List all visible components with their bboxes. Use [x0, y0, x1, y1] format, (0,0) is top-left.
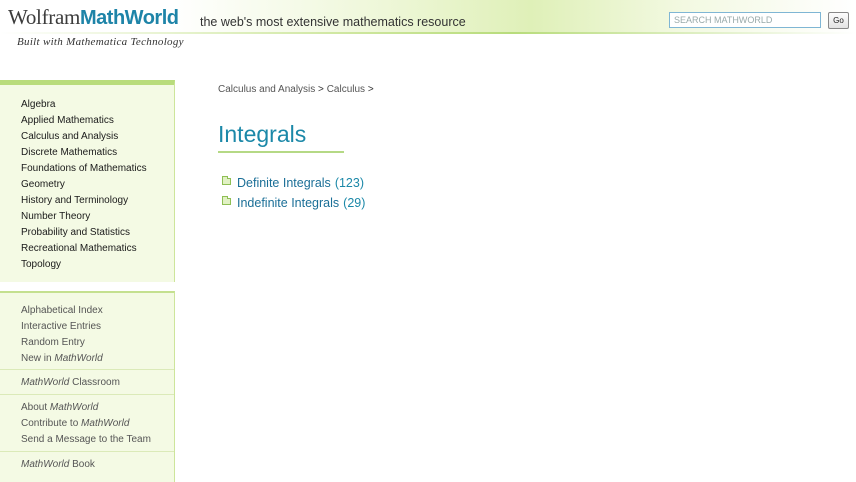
category-link-definite-integrals[interactable]: Definite Integrals — [237, 174, 331, 192]
breadcrumb: Calculus and Analysis > Calculus > — [218, 84, 374, 95]
logo-word-mathworld: MathWorld — [80, 7, 179, 29]
sidebar-link-random-entry[interactable]: Random Entry — [0, 335, 174, 351]
book-mathworld-em: MathWorld — [21, 459, 70, 470]
sidebar-link-new-in-mathworld[interactable]: New in MathWorld — [0, 351, 174, 367]
sidebar-item-topology[interactable]: Topology — [0, 257, 174, 273]
sidebar-item-history-and-terminology[interactable]: History and Terminology — [0, 193, 174, 209]
category-link-indefinite-integrals[interactable]: Indefinite Integrals — [237, 194, 339, 212]
sidebar-link-interactive-entries[interactable]: Interactive Entries — [0, 319, 174, 335]
breadcrumb-link-calculus[interactable]: Calculus — [327, 84, 365, 95]
sidebar-link-contribute[interactable]: Contribute to MathWorld — [0, 416, 174, 432]
classroom-suffix: Classroom — [69, 377, 120, 388]
category-count: (29) — [343, 196, 366, 210]
topics-list: Algebra Applied Mathematics Calculus and… — [0, 85, 174, 273]
sidebar-link-send-message[interactable]: Send a Message to the Team — [0, 432, 174, 448]
new-in-mathworld-em: MathWorld — [54, 353, 103, 364]
go-button[interactable]: Go — [828, 12, 849, 29]
category-count: (123) — [334, 176, 364, 190]
sidebar-group-browse: Alphabetical Index Interactive Entries R… — [0, 293, 174, 370]
sidebar-item-algebra[interactable]: Algebra — [0, 97, 174, 113]
new-in-prefix: New in — [21, 353, 55, 364]
site-tagline: the web's most extensive mathematics res… — [200, 15, 466, 29]
folder-icon — [222, 195, 231, 205]
sidebar-item-foundations-of-mathematics[interactable]: Foundations of Mathematics — [0, 161, 174, 177]
header-divider — [0, 32, 856, 34]
sidebar-group-book: MathWorld Book — [0, 452, 174, 473]
sidebar-links: Alphabetical Index Interactive Entries R… — [0, 291, 175, 482]
category-list: Definite Integrals (123) Indefinite Inte… — [222, 173, 365, 213]
contribute-prefix: Contribute to — [21, 418, 82, 429]
contribute-mathworld-em: MathWorld — [81, 418, 130, 429]
folder-icon — [222, 175, 231, 185]
sidebar-item-geometry[interactable]: Geometry — [0, 177, 174, 193]
sidebar-group-about: About MathWorld Contribute to MathWorld … — [0, 395, 174, 452]
breadcrumb-link-calculus-and-analysis[interactable]: Calculus and Analysis — [218, 84, 315, 95]
breadcrumb-separator: > — [315, 84, 327, 95]
about-mathworld-em: MathWorld — [49, 402, 99, 413]
sidebar-group-classroom: MathWorld Classroom — [0, 370, 174, 395]
classroom-mathworld-em: MathWorld — [21, 377, 70, 388]
site-logo[interactable]: WolframMathWorld — [8, 5, 179, 30]
list-item[interactable]: Indefinite Integrals (29) — [222, 193, 365, 213]
sidebar-topics: Algebra Applied Mathematics Calculus and… — [0, 80, 175, 282]
sidebar-link-alphabetical-index[interactable]: Alphabetical Index — [0, 303, 174, 319]
book-suffix: Book — [69, 459, 95, 470]
site-subtagline: Built with Mathematica Technology — [17, 36, 184, 48]
title-underline — [218, 151, 344, 153]
logo-word-wolfram: Wolfram — [8, 5, 81, 29]
sidebar-item-discrete-mathematics[interactable]: Discrete Mathematics — [0, 145, 174, 161]
sidebar-item-calculus-and-analysis[interactable]: Calculus and Analysis — [0, 129, 174, 145]
search-input[interactable] — [669, 12, 821, 28]
breadcrumb-separator: > — [365, 84, 374, 95]
sidebar-link-about[interactable]: About MathWorld — [0, 400, 174, 416]
list-item[interactable]: Definite Integrals (123) — [222, 173, 365, 193]
about-prefix: About — [21, 402, 50, 413]
sidebar-item-applied-mathematics[interactable]: Applied Mathematics — [0, 113, 174, 129]
sidebar-item-probability-and-statistics[interactable]: Probability and Statistics — [0, 225, 174, 241]
sidebar-item-recreational-mathematics[interactable]: Recreational Mathematics — [0, 241, 174, 257]
sidebar-link-book[interactable]: MathWorld Book — [0, 457, 174, 473]
page-title: Integrals — [218, 121, 307, 147]
sidebar-item-number-theory[interactable]: Number Theory — [0, 209, 174, 225]
sidebar-link-classroom[interactable]: MathWorld Classroom — [0, 375, 174, 391]
